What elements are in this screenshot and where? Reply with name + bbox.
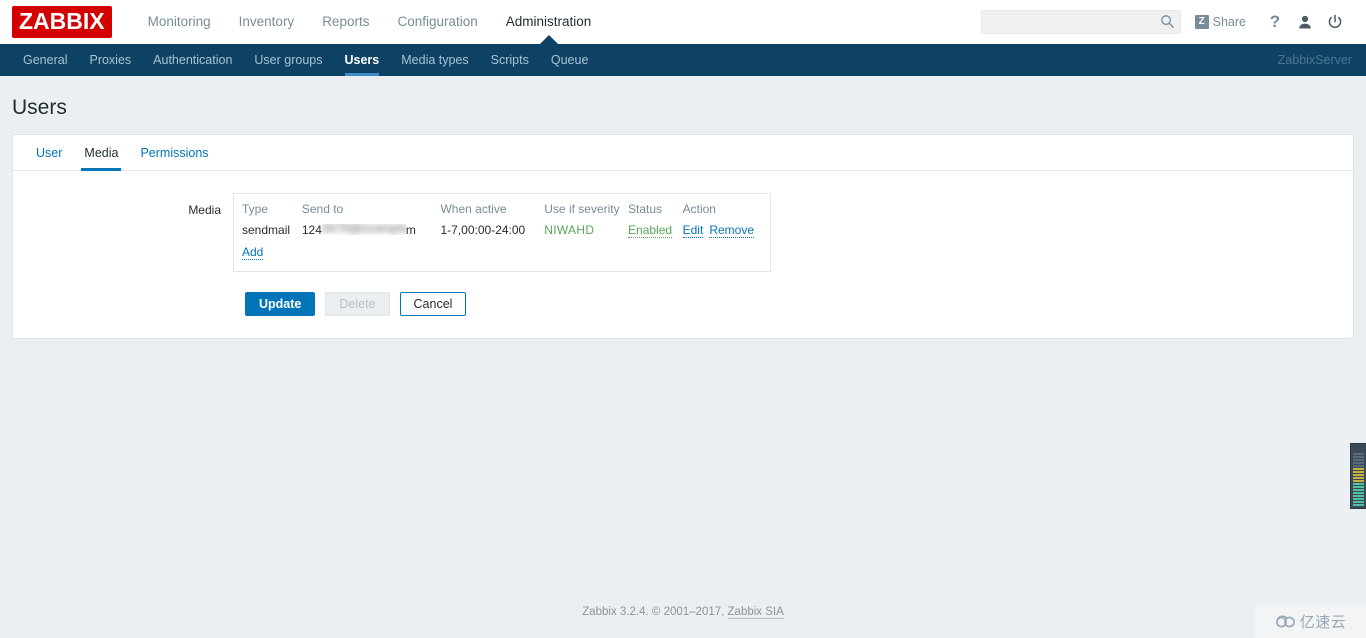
- status-toggle-link[interactable]: Enabled: [628, 223, 673, 238]
- severity-letters: NIWAHD: [544, 223, 595, 237]
- help-icon[interactable]: ?: [1262, 9, 1288, 35]
- column-header-action: Action: [682, 202, 716, 216]
- cancel-button[interactable]: Cancel: [399, 292, 467, 316]
- user-form-card: User Media Permissions Media Type Send t…: [12, 134, 1354, 339]
- search-input[interactable]: [980, 10, 1181, 34]
- cell-send-to: 1245678@example.com: [302, 221, 441, 240]
- cloud-logo-icon: [1275, 615, 1295, 627]
- zabbix-logo[interactable]: ZABBIX: [12, 6, 112, 38]
- tab-media[interactable]: Media: [73, 135, 129, 171]
- cell-media-type: sendmail: [242, 223, 291, 237]
- column-header-send-to: Send to: [301, 202, 344, 216]
- sub-nav-item-users[interactable]: Users: [334, 44, 391, 76]
- main-menu-item-reports[interactable]: Reports: [308, 0, 383, 44]
- sub-nav-item-queue[interactable]: Queue: [540, 44, 600, 76]
- cell-status: Enabled: [628, 221, 683, 240]
- media-table-header-row: Type Send to When active Use if severity…: [242, 200, 762, 221]
- column-header-type: Type: [242, 202, 269, 216]
- media-field-label: Media: [188, 203, 221, 217]
- send-to-redacted: 5678@example.co: [321, 224, 406, 235]
- footer-text: Zabbix 3.2.4. © 2001–2017,: [582, 606, 728, 618]
- tab-permissions[interactable]: Permissions: [129, 135, 219, 170]
- top-header: ZABBIX Monitoring Inventory Reports Conf…: [0, 0, 1366, 44]
- sub-nav-item-media-types[interactable]: Media types: [390, 44, 479, 76]
- sub-nav-item-general[interactable]: General: [12, 44, 78, 76]
- remove-media-link[interactable]: Remove: [709, 223, 754, 238]
- send-to-value: 1245678@example.com: [302, 223, 416, 237]
- sub-nav-item-authentication[interactable]: Authentication: [142, 44, 243, 76]
- send-to-prefix: 124: [301, 223, 322, 237]
- delete-button: Delete: [325, 292, 390, 316]
- server-name-label: ZabbixServer: [1277, 53, 1352, 67]
- sub-navigation: General Proxies Authentication User grou…: [0, 44, 1366, 76]
- cell-actions: Edit Remove: [682, 221, 762, 240]
- main-menu-item-configuration[interactable]: Configuration: [383, 0, 491, 44]
- media-add-row: Add: [242, 240, 762, 263]
- main-menu-item-administration[interactable]: Administration: [492, 0, 606, 44]
- watermark-text: 亿速云: [1299, 613, 1347, 631]
- cell-add: Add: [242, 240, 762, 263]
- watermark: 亿速云: [1255, 605, 1366, 638]
- main-menu-item-inventory[interactable]: Inventory: [225, 0, 309, 44]
- add-media-link[interactable]: Add: [242, 245, 264, 260]
- send-to-suffix: m: [405, 223, 416, 237]
- header-actions: Z Share ?: [980, 9, 1352, 35]
- page-title: Users: [12, 96, 67, 119]
- sub-nav-item-user-groups[interactable]: User groups: [243, 44, 333, 76]
- media-table: Type Send to When active Use if severity…: [242, 200, 762, 263]
- sub-nav-item-proxies[interactable]: Proxies: [78, 44, 142, 76]
- side-gauge-widget[interactable]: [1350, 443, 1366, 509]
- form-button-row: Update Delete Cancel: [13, 272, 1353, 338]
- footer-link-zabbix-sia[interactable]: Zabbix SIA: [727, 606, 784, 619]
- form-tabs: User Media Permissions: [13, 135, 1353, 171]
- media-table-container: Type Send to When active Use if severity…: [233, 193, 771, 272]
- footer: Zabbix 3.2.4. © 2001–2017, Zabbix SIA: [0, 606, 1366, 619]
- media-form-row: Media Type Send to When active Use if se…: [13, 193, 1353, 272]
- user-profile-icon[interactable]: [1292, 9, 1318, 35]
- main-menu: Monitoring Inventory Reports Configurati…: [134, 0, 606, 44]
- table-row: sendmail 1245678@example.com 1-7,00:00-2…: [242, 221, 762, 240]
- main-menu-item-monitoring[interactable]: Monitoring: [134, 0, 225, 44]
- form-body: Media Type Send to When active Use if se…: [13, 171, 1353, 338]
- search-box: [980, 10, 1181, 34]
- sub-nav-item-scripts[interactable]: Scripts: [480, 44, 540, 76]
- column-header-use-if-severity: Use if severity: [544, 202, 620, 216]
- share-badge-icon: Z: [1194, 15, 1209, 29]
- update-button[interactable]: Update: [245, 292, 316, 316]
- column-header-when-active: When active: [440, 202, 507, 216]
- share-label: Share: [1212, 15, 1246, 29]
- tab-user[interactable]: User: [25, 135, 73, 170]
- cell-use-if-severity: NIWAHD: [544, 221, 628, 240]
- cell-when-active: 1-7,00:00-24:00: [440, 223, 526, 237]
- share-button[interactable]: Z Share: [1194, 15, 1246, 29]
- column-header-status: Status: [628, 202, 663, 216]
- edit-media-link[interactable]: Edit: [682, 223, 704, 238]
- power-logout-icon[interactable]: [1322, 9, 1348, 35]
